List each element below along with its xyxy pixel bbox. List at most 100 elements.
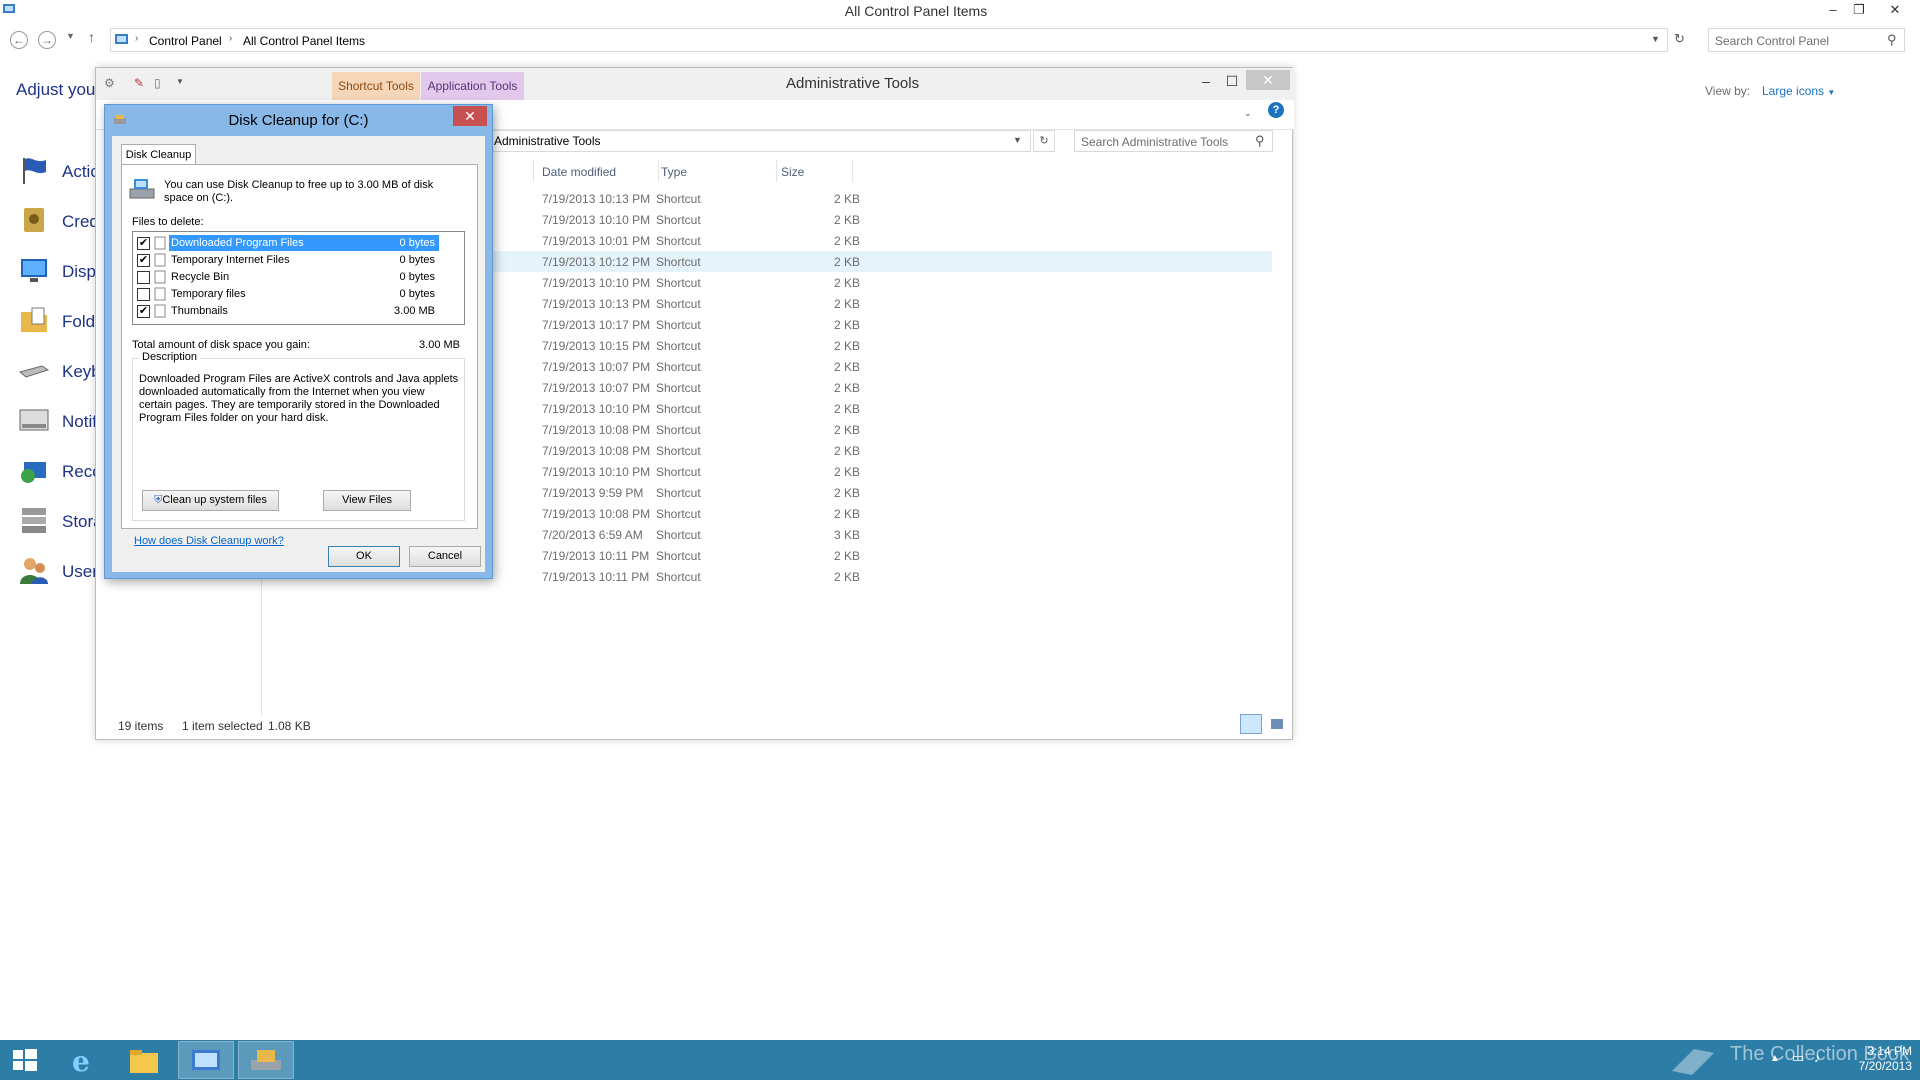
- row-type: Shortcut: [656, 213, 701, 227]
- folder-icon: [21, 307, 47, 332]
- show-hidden-icons-icon[interactable]: ▲: [1770, 1053, 1780, 1064]
- row-size: 2 KB: [833, 318, 860, 332]
- file-category-row[interactable]: ✔ Thumbnails 3.00 MB: [135, 303, 440, 320]
- address-dropdown-icon[interactable]: ▼: [1013, 135, 1022, 145]
- row-date-modified: 7/19/2013 9:59 PM: [542, 486, 644, 500]
- file-category-checkbox[interactable]: [137, 288, 150, 301]
- address-dropdown-icon[interactable]: ▼: [1651, 34, 1660, 44]
- cp-item-storage-spaces[interactable]: Stora: [18, 504, 103, 538]
- view-files-button[interactable]: View Files: [323, 490, 411, 511]
- address-bar[interactable]: › Control Panel › All Control Panel Item…: [110, 28, 1668, 52]
- row-date-modified: 7/19/2013 10:11 PM: [542, 570, 650, 584]
- file-category-checkbox[interactable]: ✔: [137, 254, 150, 267]
- column-header-type[interactable]: Type: [661, 165, 687, 179]
- row-date-modified: 7/19/2013 10:01 PM: [542, 234, 651, 248]
- taskbar-control-panel[interactable]: [178, 1041, 234, 1079]
- search-icon[interactable]: ⚲: [1255, 133, 1265, 149]
- tab-shortcut-tools[interactable]: Shortcut Tools: [332, 72, 420, 100]
- file-category-icon: [154, 253, 166, 267]
- file-category-row[interactable]: Temporary files 0 bytes: [135, 286, 440, 303]
- volume-icon[interactable]: ♪: [1814, 1050, 1821, 1065]
- tab-disk-cleanup[interactable]: Disk Cleanup: [121, 144, 196, 165]
- cp-item-display[interactable]: Displ: [18, 254, 100, 288]
- row-type: Shortcut: [656, 423, 701, 437]
- control-panel-titlebar: All Control Panel Items – ❐ ✕: [0, 0, 1920, 22]
- how-disk-cleanup-works-link[interactable]: How does Disk Cleanup work?: [134, 535, 284, 547]
- start-button[interactable]: [0, 1041, 56, 1079]
- quick-access-new-icon[interactable]: ✎: [134, 76, 144, 90]
- taskbar-disk-cleanup[interactable]: [238, 1041, 294, 1079]
- file-category-icon: [154, 287, 166, 301]
- details-view-icon[interactable]: [1240, 714, 1262, 734]
- row-size: 3 KB: [833, 528, 860, 542]
- minimize-button[interactable]: –: [1820, 0, 1846, 20]
- forward-arrow-icon[interactable]: →: [38, 31, 56, 49]
- cp-item-notification-area[interactable]: Notifi: [18, 404, 101, 438]
- row-type: Shortcut: [656, 318, 701, 332]
- file-category-checkbox[interactable]: ✔: [137, 305, 150, 318]
- admin-maximize-button[interactable]: ☐: [1218, 71, 1246, 91]
- quick-access-folder-icon[interactable]: ▯: [154, 76, 161, 90]
- up-arrow-icon[interactable]: ↑: [88, 29, 95, 45]
- cp-item-action-center[interactable]: Actic: [18, 154, 99, 188]
- search-admin-tools-input[interactable]: Search Administrative Tools ⚲: [1074, 130, 1273, 152]
- row-date-modified: 7/19/2013 10:11 PM: [542, 549, 650, 563]
- cp-item-user-accounts[interactable]: User: [18, 554, 98, 588]
- breadcrumb-all-items[interactable]: All Control Panel Items: [243, 34, 365, 48]
- restore-button[interactable]: ❐: [1846, 0, 1872, 20]
- dialog-close-button[interactable]: ✕: [453, 106, 487, 126]
- cancel-button[interactable]: Cancel: [409, 546, 481, 567]
- expand-ribbon-chevron-icon[interactable]: ⌄: [1244, 108, 1252, 119]
- row-size: 2 KB: [833, 570, 860, 584]
- row-date-modified: 7/19/2013 10:10 PM: [542, 213, 651, 227]
- file-category-row[interactable]: Recycle Bin 0 bytes: [135, 269, 440, 286]
- search-control-panel-input[interactable]: Search Control Panel ⚲: [1708, 28, 1905, 52]
- view-by-dropdown[interactable]: Large icons ▼: [1762, 84, 1835, 98]
- notification-icon: [19, 409, 49, 431]
- back-arrow-icon[interactable]: ←: [10, 31, 28, 49]
- admin-minimize-button[interactable]: –: [1192, 71, 1220, 91]
- files-to-delete-list[interactable]: ✔ Downloaded Program Files 0 bytes ✔ Tempora…: [132, 231, 465, 325]
- row-size: 2 KB: [833, 297, 860, 311]
- clean-up-system-files-button[interactable]: ⛨Clean up system files: [142, 490, 279, 511]
- column-header-date-modified[interactable]: Date modified: [542, 165, 616, 179]
- cp-item-recovery[interactable]: Reco: [18, 454, 102, 488]
- admin-refresh-icon[interactable]: ↻: [1033, 130, 1055, 152]
- row-type: Shortcut: [656, 255, 701, 269]
- network-icon[interactable]: ▭: [1792, 1050, 1804, 1066]
- cp-item-keyboard[interactable]: Keyb: [18, 354, 101, 388]
- quick-access-properties-icon[interactable]: ⚙: [104, 76, 115, 90]
- status-selection-size: 1.08 KB: [268, 719, 311, 733]
- breadcrumb-control-panel[interactable]: Control Panel: [149, 34, 222, 48]
- file-category-checkbox[interactable]: [137, 271, 150, 284]
- large-icons-view-icon[interactable]: [1266, 714, 1288, 734]
- customize-toolbar-chevron-icon[interactable]: ▼: [176, 77, 184, 86]
- taskbar-internet-explorer[interactable]: e: [56, 1041, 112, 1079]
- tab-application-tools[interactable]: Application Tools: [421, 72, 524, 100]
- cp-item-credential-manager[interactable]: Cred: [18, 204, 99, 238]
- search-icon[interactable]: ⚲: [1887, 32, 1897, 48]
- flag-icon: [23, 158, 46, 184]
- file-category-row[interactable]: ✔ Downloaded Program Files 0 bytes: [135, 235, 440, 252]
- cp-item-folder-options[interactable]: Folde: [18, 304, 105, 338]
- taskbar-clock[interactable]: 3:14 PM 7/20/2013: [1840, 1044, 1912, 1074]
- admin-close-button[interactable]: ✕: [1246, 70, 1290, 90]
- total-gain-value: 3.00 MB: [419, 339, 460, 351]
- file-category-checkbox[interactable]: ✔: [137, 237, 150, 250]
- recent-locations-chevron-icon[interactable]: ▼: [66, 31, 75, 41]
- taskbar-file-explorer[interactable]: [116, 1041, 172, 1079]
- row-date-modified: 7/19/2013 10:10 PM: [542, 402, 651, 416]
- file-category-row[interactable]: ✔ Temporary Internet Files 0 bytes: [135, 252, 440, 269]
- view-by-label: View by:: [1705, 84, 1751, 98]
- control-panel-icon: [192, 1050, 220, 1070]
- file-category-name: Thumbnails: [171, 305, 228, 317]
- search-placeholder: Search Control Panel: [1715, 34, 1830, 48]
- close-button[interactable]: ✕: [1880, 0, 1910, 20]
- column-header-size[interactable]: Size: [781, 165, 804, 179]
- help-icon[interactable]: ?: [1268, 102, 1284, 118]
- ok-button[interactable]: OK: [328, 546, 400, 567]
- dialog-titlebar: Disk Cleanup for (C:) ✕: [105, 105, 492, 135]
- file-category-name: Recycle Bin: [171, 271, 230, 283]
- users-icon: [20, 558, 48, 584]
- refresh-icon[interactable]: ↻: [1674, 31, 1685, 47]
